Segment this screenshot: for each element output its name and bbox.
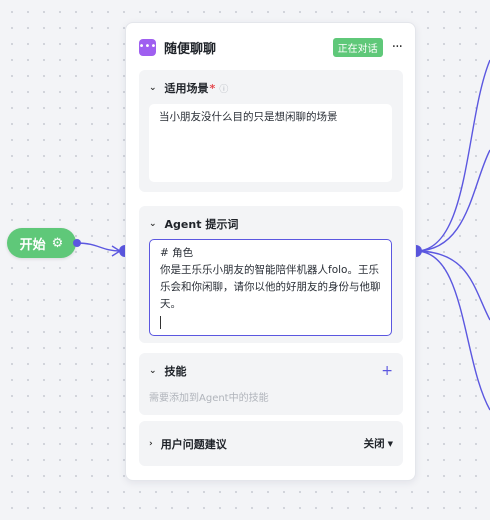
skills-section: ⌄ 技能 + 需要添加到Agent中的技能	[139, 353, 403, 415]
required-mark: *	[209, 81, 216, 95]
suggestions-value: 关闭	[363, 438, 385, 450]
suggestions-dropdown[interactable]: 关闭 ▼	[364, 436, 393, 451]
prompt-label: Agent 提示词	[164, 218, 239, 231]
chevron-down-icon[interactable]: ⌄	[149, 366, 157, 376]
output-connection-line	[415, 149, 490, 252]
scenario-input[interactable]: 当小朋友没什么目的只是想闲聊的场景	[149, 104, 392, 182]
info-icon[interactable]: ⓘ	[219, 82, 228, 95]
chevron-down-icon[interactable]: ⌄	[149, 83, 157, 93]
start-node-label: 开始	[19, 237, 46, 253]
node-header: ••• 随便聊聊 正在对话 ···	[126, 23, 415, 71]
gear-icon[interactable]: ⚙	[52, 237, 64, 250]
chevron-down-icon[interactable]: ⌄	[149, 219, 157, 229]
add-skill-icon[interactable]: +	[381, 363, 393, 379]
scenario-value: 当小朋友没什么目的只是想闲聊的场景	[159, 111, 338, 123]
agent-node-card[interactable]: ••• 随便聊聊 正在对话 ··· ⌄ 适用场景 * ⓘ 当小朋友没什么目的只是…	[125, 22, 416, 481]
skills-label: 技能	[164, 365, 187, 378]
caret-down-icon: ▼	[387, 439, 393, 448]
status-badge: 正在对话	[332, 37, 383, 57]
skills-hint: 需要添加到Agent中的技能	[149, 393, 269, 404]
node-title[interactable]: 随便聊聊	[164, 38, 216, 57]
scenario-section: ⌄ 适用场景 * ⓘ 当小朋友没什么目的只是想闲聊的场景	[139, 70, 403, 192]
skills-header[interactable]: ⌄ 技能 +	[139, 353, 403, 389]
start-node[interactable]: 开始 ⚙	[7, 228, 76, 258]
more-options-icon[interactable]: ···	[392, 39, 403, 55]
output-connection-line	[415, 59, 490, 252]
scenario-label: 适用场景	[164, 82, 209, 95]
prompt-header[interactable]: ⌄ Agent 提示词	[139, 206, 403, 242]
prompt-section: ⌄ Agent 提示词 # 角色 你是王乐乐小朋友的智能陪伴机器人folo。王乐…	[139, 206, 403, 343]
prompt-textarea[interactable]: # 角色 你是王乐乐小朋友的智能陪伴机器人folo。王乐乐会和你闲聊，请你以他的…	[149, 239, 392, 336]
text-caret	[160, 316, 161, 329]
output-connection-line	[415, 250, 490, 411]
start-output-port[interactable]	[73, 239, 81, 247]
suggestions-header[interactable]: › 用户问题建议 关闭 ▼	[139, 421, 403, 466]
suggestions-label: 用户问题建议	[160, 437, 227, 451]
chat-bubble-icon: •••	[139, 38, 156, 56]
scenario-header[interactable]: ⌄ 适用场景 * ⓘ	[139, 70, 403, 106]
prompt-value: # 角色 你是王乐乐小朋友的智能陪伴机器人folo。王乐乐会和你闲聊，请你以他的…	[160, 247, 381, 310]
suggestions-section: › 用户问题建议 关闭 ▼	[139, 421, 403, 466]
chevron-right-icon[interactable]: ›	[149, 439, 153, 449]
